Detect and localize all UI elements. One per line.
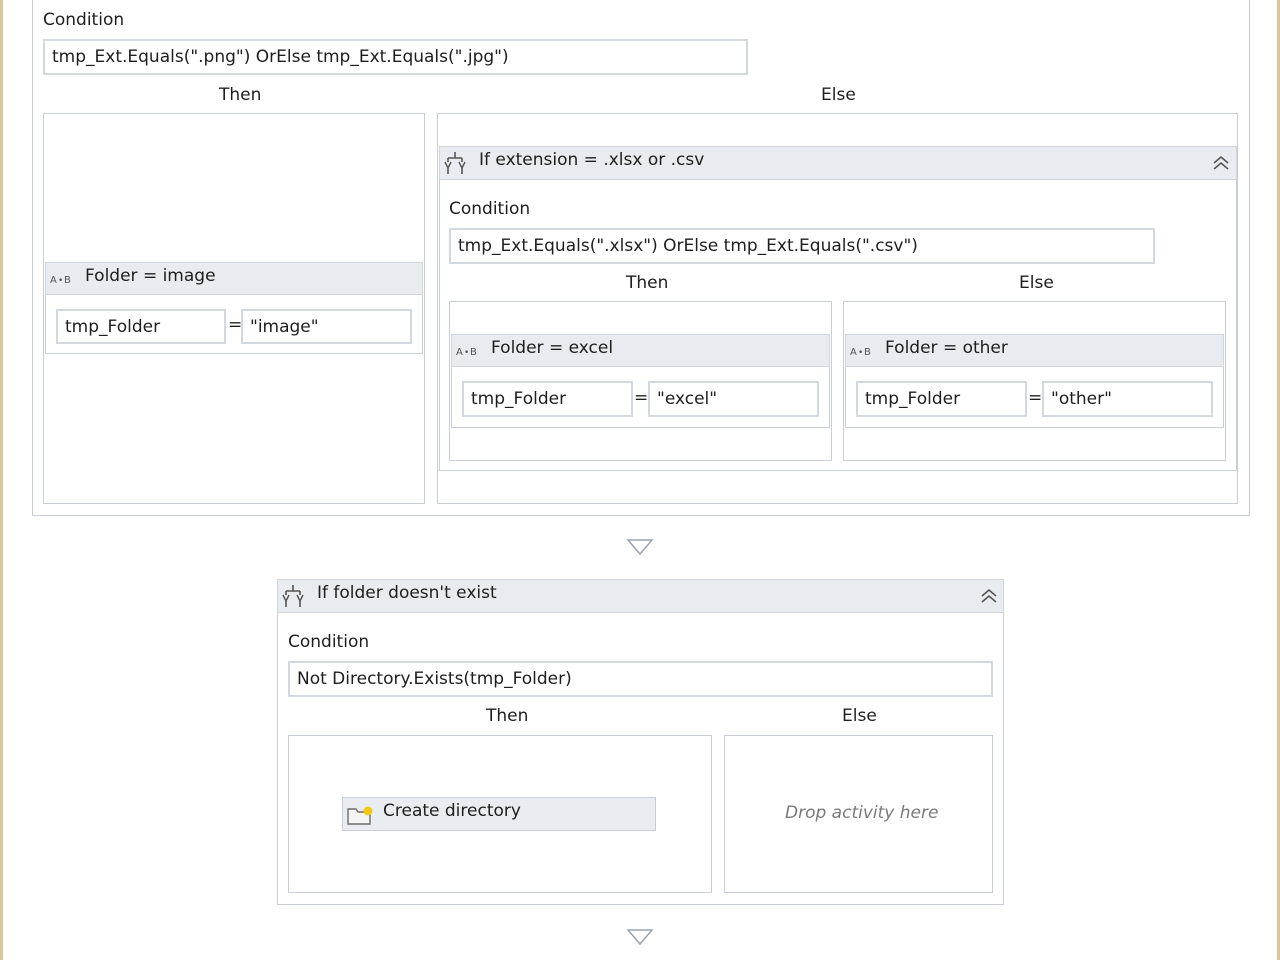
svg-text:•: • bbox=[58, 276, 63, 286]
nested-if-title: If extension = .xlsx or .csv bbox=[479, 150, 705, 170]
outer-then-label: Then bbox=[219, 85, 262, 105]
svg-text:B: B bbox=[864, 347, 871, 358]
svg-text:A: A bbox=[850, 347, 857, 358]
outer-condition-input[interactable]: tmp_Ext.Equals(".png") OrElse tmp_Ext.Eq… bbox=[43, 39, 748, 75]
assign-icon: A • B bbox=[850, 343, 874, 363]
assign-folder-other-value[interactable]: "other" bbox=[1042, 381, 1213, 417]
svg-text:•: • bbox=[858, 348, 863, 358]
assign-folder-other-title: Folder = other bbox=[885, 338, 1008, 358]
assign-icon: A • B bbox=[50, 271, 74, 291]
outer-condition-label: Condition bbox=[43, 10, 125, 30]
folder-create-icon bbox=[346, 804, 374, 831]
collapse-chevron-icon[interactable] bbox=[1211, 154, 1231, 177]
nested-condition-input[interactable]: tmp_Ext.Equals(".xlsx") OrElse tmp_Ext.E… bbox=[449, 228, 1155, 264]
folder-condition-input[interactable]: Not Directory.Exists(tmp_Folder) bbox=[288, 661, 993, 697]
folder-else-label: Else bbox=[842, 706, 877, 726]
outer-else-label: Else bbox=[821, 85, 856, 105]
folder-if-title: If folder doesn't exist bbox=[317, 583, 497, 603]
if-branch-icon bbox=[281, 583, 305, 614]
drop-arrow-icon[interactable] bbox=[626, 928, 654, 951]
assign-folder-excel-operator: = bbox=[634, 388, 649, 408]
assign-folder-other-variable[interactable]: tmp_Folder bbox=[856, 381, 1027, 417]
create-directory-label: Create directory bbox=[383, 801, 521, 821]
folder-condition-label: Condition bbox=[288, 632, 370, 652]
assign-folder-image-variable[interactable]: tmp_Folder bbox=[56, 309, 226, 344]
window-frame-left bbox=[0, 0, 3, 960]
assign-folder-excel-value[interactable]: "excel" bbox=[648, 381, 819, 417]
svg-text:B: B bbox=[470, 347, 477, 358]
assign-folder-excel-title: Folder = excel bbox=[491, 338, 614, 358]
assign-icon: A • B bbox=[456, 343, 480, 363]
drop-arrow-icon[interactable] bbox=[626, 538, 654, 561]
assign-folder-image-value[interactable]: "image" bbox=[241, 309, 412, 344]
nested-then-label: Then bbox=[626, 273, 669, 293]
nested-condition-label: Condition bbox=[449, 199, 531, 219]
folder-then-label: Then bbox=[486, 706, 529, 726]
svg-text:A: A bbox=[50, 275, 57, 286]
nested-else-label: Else bbox=[1019, 273, 1054, 293]
if-branch-icon bbox=[443, 150, 467, 181]
collapse-chevron-icon[interactable] bbox=[979, 587, 999, 610]
assign-folder-image-title: Folder = image bbox=[85, 266, 216, 286]
drop-activity-placeholder: Drop activity here bbox=[785, 803, 939, 823]
svg-text:•: • bbox=[464, 348, 469, 358]
svg-text:A: A bbox=[456, 347, 463, 358]
svg-text:B: B bbox=[64, 275, 71, 286]
assign-folder-excel-variable[interactable]: tmp_Folder bbox=[462, 381, 633, 417]
assign-folder-other-operator: = bbox=[1028, 388, 1043, 408]
